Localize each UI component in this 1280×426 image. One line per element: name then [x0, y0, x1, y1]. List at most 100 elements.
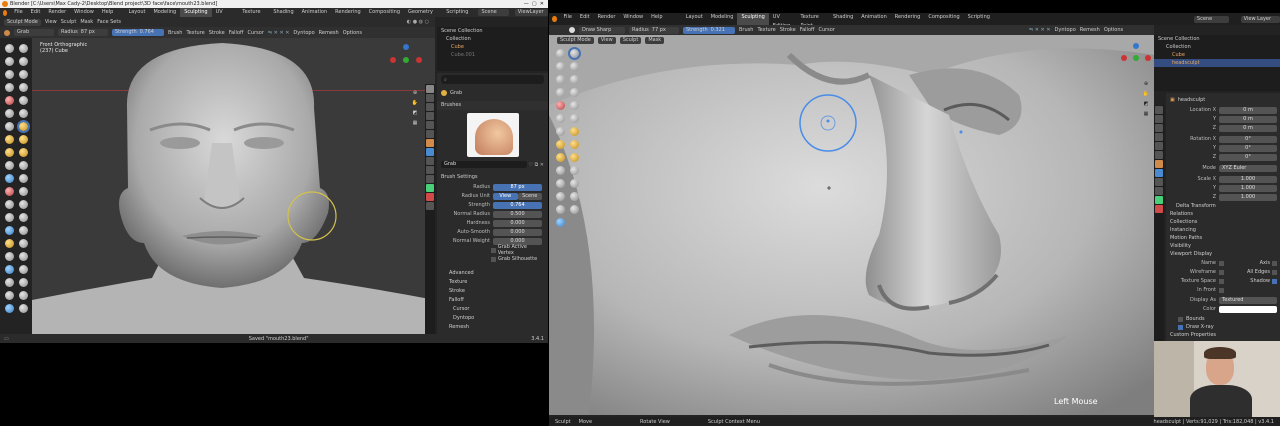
grab-active-vertex-checkbox[interactable] [491, 247, 496, 253]
hardness-field[interactable]: 0.000 [493, 219, 542, 227]
mask-brush-icon[interactable] [4, 200, 14, 209]
right-menu-mask[interactable]: Mask [645, 37, 665, 44]
radius-unit-scene-option[interactable]: Scene [517, 192, 542, 200]
r-pan-hand-icon[interactable]: ✋ [1141, 89, 1151, 99]
rotation-mode-select[interactable]: XYZ Euler [1219, 164, 1277, 172]
pose-brush-icon[interactable] [18, 148, 28, 157]
texture-space-checkbox[interactable] [1219, 278, 1224, 284]
r-object-tab-icon[interactable] [1155, 160, 1163, 168]
line-project-icon[interactable] [4, 239, 14, 248]
r-gizmo-x-icon[interactable] [1121, 55, 1127, 61]
r-gizmo-x-neg-icon[interactable] [1145, 55, 1151, 61]
instancing-section[interactable]: Instancing [1166, 226, 1280, 234]
nudge-brush-icon[interactable] [4, 161, 14, 170]
brushes-section-header[interactable]: Brushes [437, 101, 548, 110]
viewport-shading-icons[interactable]: ◐ ● ◍ ○ [407, 19, 435, 25]
dyntopo-section[interactable]: Dyntopo [437, 314, 548, 323]
right-menu-edit[interactable]: Edit [576, 13, 594, 25]
grab-brush-icon[interactable] [16, 120, 30, 133]
right-tab-uv-editing[interactable]: UV Editing [769, 13, 797, 29]
right-tab-compositing[interactable]: Compositing [924, 13, 963, 25]
relations-section[interactable]: Relations [1166, 210, 1280, 218]
right-tool-brush-menu[interactable]: Brush [739, 27, 753, 33]
r-clay-thumb-brush-icon[interactable] [555, 75, 565, 84]
r-gizmo-z-icon[interactable] [1133, 43, 1139, 49]
r-outliner-scene-collection[interactable]: Scene Collection [1154, 35, 1280, 43]
r-smooth-brush-icon[interactable] [569, 101, 579, 110]
r-blob-brush-icon[interactable] [569, 88, 579, 97]
remesh-section[interactable]: Remesh [437, 323, 548, 332]
r-move-tool-icon[interactable] [555, 205, 565, 214]
r-render-tab-icon[interactable] [1155, 115, 1163, 123]
all-edges-checkbox[interactable] [1272, 269, 1277, 275]
draw-sharp-brush-icon[interactable] [18, 44, 28, 53]
right-tab-sculpting[interactable]: Sculpting [737, 13, 769, 25]
r-inflate-brush-icon[interactable] [555, 88, 565, 97]
tab-texture-paint[interactable]: Texture Paint [238, 8, 269, 24]
right-radius-field[interactable]: Radius 77 px [629, 26, 679, 34]
move-tool-icon[interactable] [4, 278, 14, 287]
tool-stroke-menu[interactable]: Stroke [209, 30, 225, 36]
right-scene-selector[interactable]: Scene [1193, 15, 1229, 23]
thumb-brush-icon[interactable] [4, 148, 14, 157]
view-layer-tab-icon[interactable] [426, 112, 434, 120]
pan-hand-icon[interactable]: ✋ [410, 98, 420, 108]
clay-thumb-brush-icon[interactable] [4, 70, 14, 79]
rotation-y-field[interactable]: 0° [1219, 144, 1277, 152]
right-remesh-menu[interactable]: Remesh [1080, 27, 1100, 33]
menu-file[interactable]: File [10, 8, 26, 17]
r-tool-tab-icon[interactable] [1155, 106, 1163, 114]
properties-search[interactable]: ⌕ [441, 75, 544, 84]
tab-scripting[interactable]: Scripting [442, 8, 472, 17]
fill-brush-icon[interactable] [18, 109, 28, 118]
right-menu-file[interactable]: File [560, 13, 576, 25]
zoom-icon[interactable]: ⊕ [410, 88, 420, 98]
brush-datablock-field[interactable]: Grab [441, 161, 527, 168]
menu-render[interactable]: Render [44, 8, 70, 17]
tab-layout[interactable]: Layout [124, 8, 149, 17]
r-scene-tab-icon[interactable] [1155, 142, 1163, 150]
box-face-set-icon[interactable] [4, 226, 14, 235]
r-outliner-collection[interactable]: Collection [1154, 43, 1280, 51]
visibility-section[interactable]: Visibility [1166, 242, 1280, 250]
measure-tool-icon[interactable] [18, 304, 28, 313]
grab-silhouette-row[interactable]: Grab Silhouette [443, 255, 542, 263]
r-annotate-tool-icon[interactable] [555, 218, 565, 227]
custom-properties-section[interactable]: Custom Properties [1166, 331, 1280, 339]
show-name-checkbox[interactable] [1219, 260, 1224, 266]
r-fill-brush-icon[interactable] [569, 114, 579, 123]
r-draw-sharp-brush-icon[interactable] [567, 47, 581, 60]
location-z-field[interactable]: 0 m [1219, 124, 1277, 132]
crease-brush-icon[interactable] [4, 96, 14, 105]
shadow-checkbox[interactable] [1272, 278, 1277, 284]
r-outliner-headsculpt[interactable]: headsculpt [1154, 59, 1280, 67]
falloff-section[interactable]: Falloff [437, 296, 548, 305]
r-crease-brush-icon[interactable] [555, 101, 565, 110]
gizmo-x-neg-icon[interactable] [416, 57, 422, 63]
right-tool-cursor-menu[interactable]: Cursor [818, 27, 834, 33]
display-as-select[interactable]: Textured [1219, 296, 1277, 304]
strength-prop-field[interactable]: 0.764 [493, 201, 542, 209]
radius-unit-view-option[interactable]: View [493, 192, 518, 200]
r-boundary-brush-icon[interactable] [555, 179, 565, 188]
grid-icon[interactable]: ▦ [410, 118, 420, 128]
fake-user-icon[interactable]: ♡ ⧉ ✕ [529, 162, 544, 168]
r-thumb-brush-icon[interactable] [555, 153, 565, 162]
inflate-brush-icon[interactable] [4, 83, 14, 92]
constraints-tab-icon[interactable] [426, 175, 434, 183]
material-tab-icon[interactable] [426, 193, 434, 201]
clay-brush-icon[interactable] [4, 57, 14, 66]
r-box-mask-icon[interactable] [569, 192, 579, 201]
tab-rendering[interactable]: Rendering [331, 8, 365, 17]
tool-brush-menu[interactable]: Brush [168, 30, 182, 36]
tab-uv-editing[interactable]: UV Editing [212, 8, 239, 24]
right-view-layer-selector[interactable]: View Layer [1240, 15, 1280, 23]
strength-field[interactable]: Strength 0.764 [112, 29, 164, 36]
right-mode-selector[interactable]: Sculpt Mode [557, 37, 594, 44]
menu-window[interactable]: Window [70, 8, 98, 17]
in-front-checkbox[interactable] [1219, 287, 1224, 293]
tab-animation[interactable]: Animation [298, 8, 332, 17]
scrape-brush-icon[interactable] [4, 122, 14, 131]
clay-strips-brush-icon[interactable] [18, 57, 28, 66]
motion-paths-section[interactable]: Motion Paths [1166, 234, 1280, 242]
